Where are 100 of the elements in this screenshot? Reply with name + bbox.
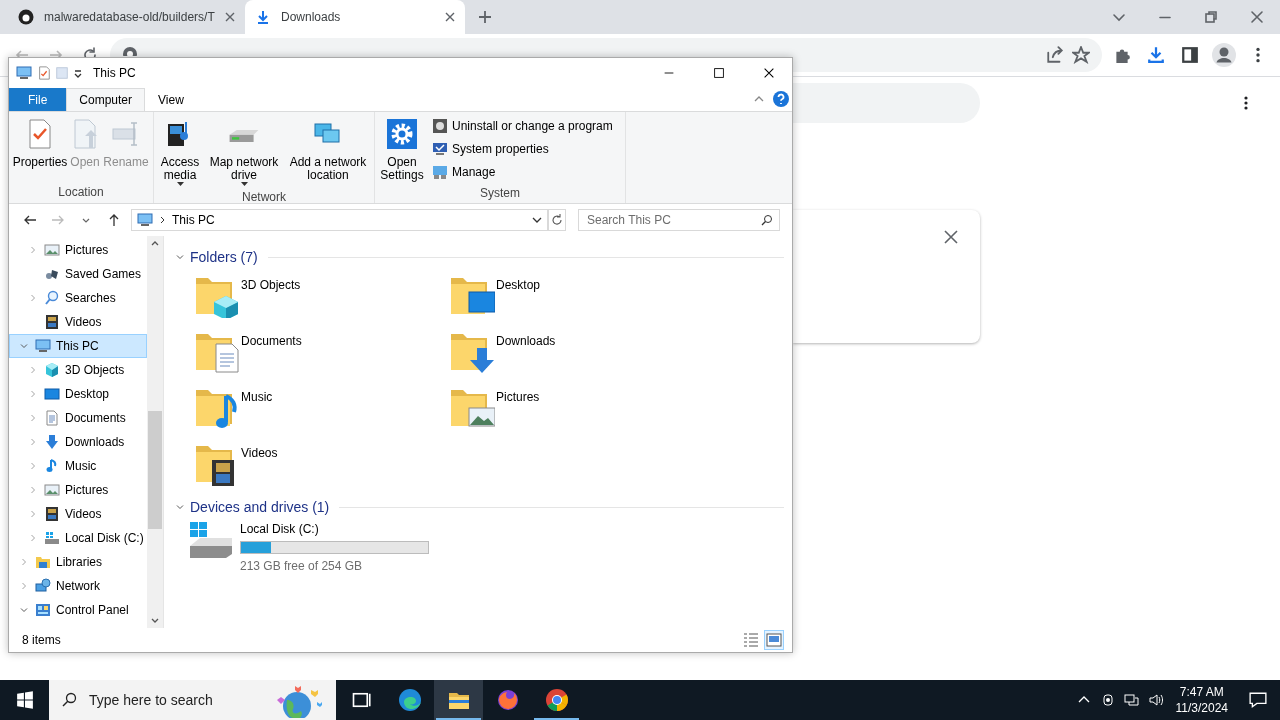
- taskbar-button[interactable]: [434, 680, 483, 720]
- details-view-icon: [743, 632, 759, 648]
- ribbon-button[interactable]: System properties: [430, 139, 615, 159]
- download-icon: [255, 9, 271, 25]
- volume-icon[interactable]: [1147, 692, 1164, 708]
- folder-item[interactable]: Music: [192, 382, 447, 438]
- close-icon: [1249, 9, 1265, 25]
- ribbon-button[interactable]: Open Settings: [379, 116, 425, 184]
- forward-icon: [48, 47, 64, 57]
- tree-item[interactable]: Videos: [9, 310, 147, 334]
- free-space-text: 213 GB free of 254 GB: [240, 558, 364, 575]
- plus-icon: [478, 10, 492, 24]
- browser-tab[interactable]: Downloads: [245, 0, 465, 34]
- tree-item[interactable]: Pictures: [9, 478, 147, 502]
- back-icon: [14, 47, 30, 57]
- item-count: 8 items: [22, 632, 61, 649]
- tree-item[interactable]: 3D Objects: [9, 358, 147, 382]
- close-icon[interactable]: [944, 230, 958, 244]
- clock[interactable]: 7:47 AM 11/3/2024: [1175, 684, 1228, 716]
- close-icon: [225, 12, 235, 22]
- refresh-button[interactable]: [548, 209, 566, 231]
- group-label: System: [478, 185, 521, 202]
- computer-icon: [35, 338, 51, 354]
- browser-icon: [495, 688, 520, 712]
- download-arrow-icon: [44, 434, 60, 450]
- tree-item[interactable]: Searches: [9, 286, 147, 310]
- restore-icon: [1203, 9, 1219, 25]
- network-icon[interactable]: [1123, 692, 1140, 708]
- reload-icon: [82, 47, 98, 57]
- tree-item[interactable]: Libraries: [9, 550, 147, 574]
- folder-item[interactable]: Documents: [192, 326, 447, 382]
- folder-item[interactable]: Pictures: [447, 382, 702, 438]
- tree-item[interactable]: Desktop: [9, 382, 147, 406]
- network-icon: [35, 578, 51, 594]
- film-icon: [44, 314, 60, 330]
- tree-item[interactable]: Music: [9, 454, 147, 478]
- window-title: This PC: [93, 65, 136, 82]
- help-icon[interactable]: [773, 91, 789, 107]
- cube-icon: [44, 362, 60, 378]
- computer-icon: [15, 65, 33, 81]
- search-field[interactable]: Type here to search: [87, 688, 257, 712]
- section-header[interactable]: Folders (7): [190, 246, 258, 268]
- ribbon-button[interactable]: Add a network location: [286, 116, 370, 188]
- location-text: This PC: [172, 212, 216, 229]
- tree-item[interactable]: Pictures: [9, 238, 147, 262]
- tree-item[interactable]: Control Panel: [9, 598, 147, 622]
- search-box[interactable]: Type here to search: [49, 680, 336, 720]
- browser-tab[interactable]: malwaredatabase-old/builders/T: [8, 0, 245, 34]
- close-icon: [445, 12, 455, 22]
- tree-item[interactable]: Downloads: [9, 430, 147, 454]
- tree-item[interactable]: This PC: [9, 334, 147, 358]
- ribbon-tab[interactable]: Computer: [66, 88, 146, 111]
- close-icon: [762, 66, 776, 80]
- computer-check-icon: [432, 141, 448, 157]
- drive-name[interactable]: Local Disk (C:): [240, 520, 429, 538]
- group-label: Location: [57, 184, 105, 201]
- details-view-button[interactable]: [741, 630, 761, 650]
- library-folder-icon: [35, 554, 51, 570]
- search-box[interactable]: Search This PC: [578, 209, 780, 231]
- browser-icon: [397, 688, 422, 712]
- ribbon-button[interactable]: Uninstall or change a program: [430, 116, 615, 136]
- folder-item[interactable]: 3D Objects: [192, 270, 447, 326]
- tree-item[interactable]: Documents: [9, 406, 147, 430]
- star-icon: [1072, 46, 1090, 64]
- large-buttons-view-icon[interactable]: [764, 630, 784, 650]
- share-icon: [1046, 46, 1064, 64]
- scrollbar[interactable]: [147, 236, 163, 628]
- large-icons-view-icon: [766, 632, 782, 648]
- tree-item[interactable]: Saved Games: [9, 262, 147, 286]
- network-drive-icon: [229, 130, 259, 142]
- desktop-icon: [44, 386, 60, 402]
- computer-manage-icon: [432, 164, 448, 180]
- computer-icon: [136, 212, 154, 228]
- tree-item[interactable]: Network: [9, 574, 147, 598]
- picture-icon: [44, 482, 60, 498]
- minimize-icon: [1159, 15, 1171, 19]
- ribbon-button[interactable]: Properties: [13, 116, 67, 183]
- tree-item[interactable]: Local Disk (C:): [9, 526, 147, 550]
- ribbon-tab[interactable]: View: [145, 88, 197, 111]
- properties-icon[interactable]: [37, 65, 51, 81]
- scroll-up-icon[interactable]: [151, 240, 159, 246]
- folder-item[interactable]: Downloads: [447, 326, 702, 382]
- profile-icon[interactable]: [1212, 43, 1236, 67]
- settings-icon: [386, 118, 418, 150]
- address-field[interactable]: This PC: [131, 209, 548, 231]
- section-header[interactable]: Devices and drives (1): [190, 496, 330, 518]
- browser-icon: [544, 688, 569, 712]
- ribbon-tab[interactable]: File: [9, 88, 67, 111]
- ribbon-button[interactable]: Manage: [430, 162, 615, 182]
- scroll-down-icon[interactable]: [151, 618, 159, 624]
- ribbon-button[interactable]: Access media: [158, 116, 202, 188]
- notifications-icon: [1249, 691, 1267, 709]
- folder-item[interactable]: Videos: [192, 438, 447, 494]
- side-panel-icon[interactable]: [1181, 46, 1199, 64]
- ribbon-button[interactable]: Map network drive: [204, 116, 284, 188]
- download-icon[interactable]: [1147, 46, 1165, 64]
- folder-item[interactable]: Desktop: [447, 270, 702, 326]
- tree-item[interactable]: Videos: [9, 502, 147, 526]
- refresh-icon: [551, 214, 563, 226]
- film-icon: [44, 506, 60, 522]
